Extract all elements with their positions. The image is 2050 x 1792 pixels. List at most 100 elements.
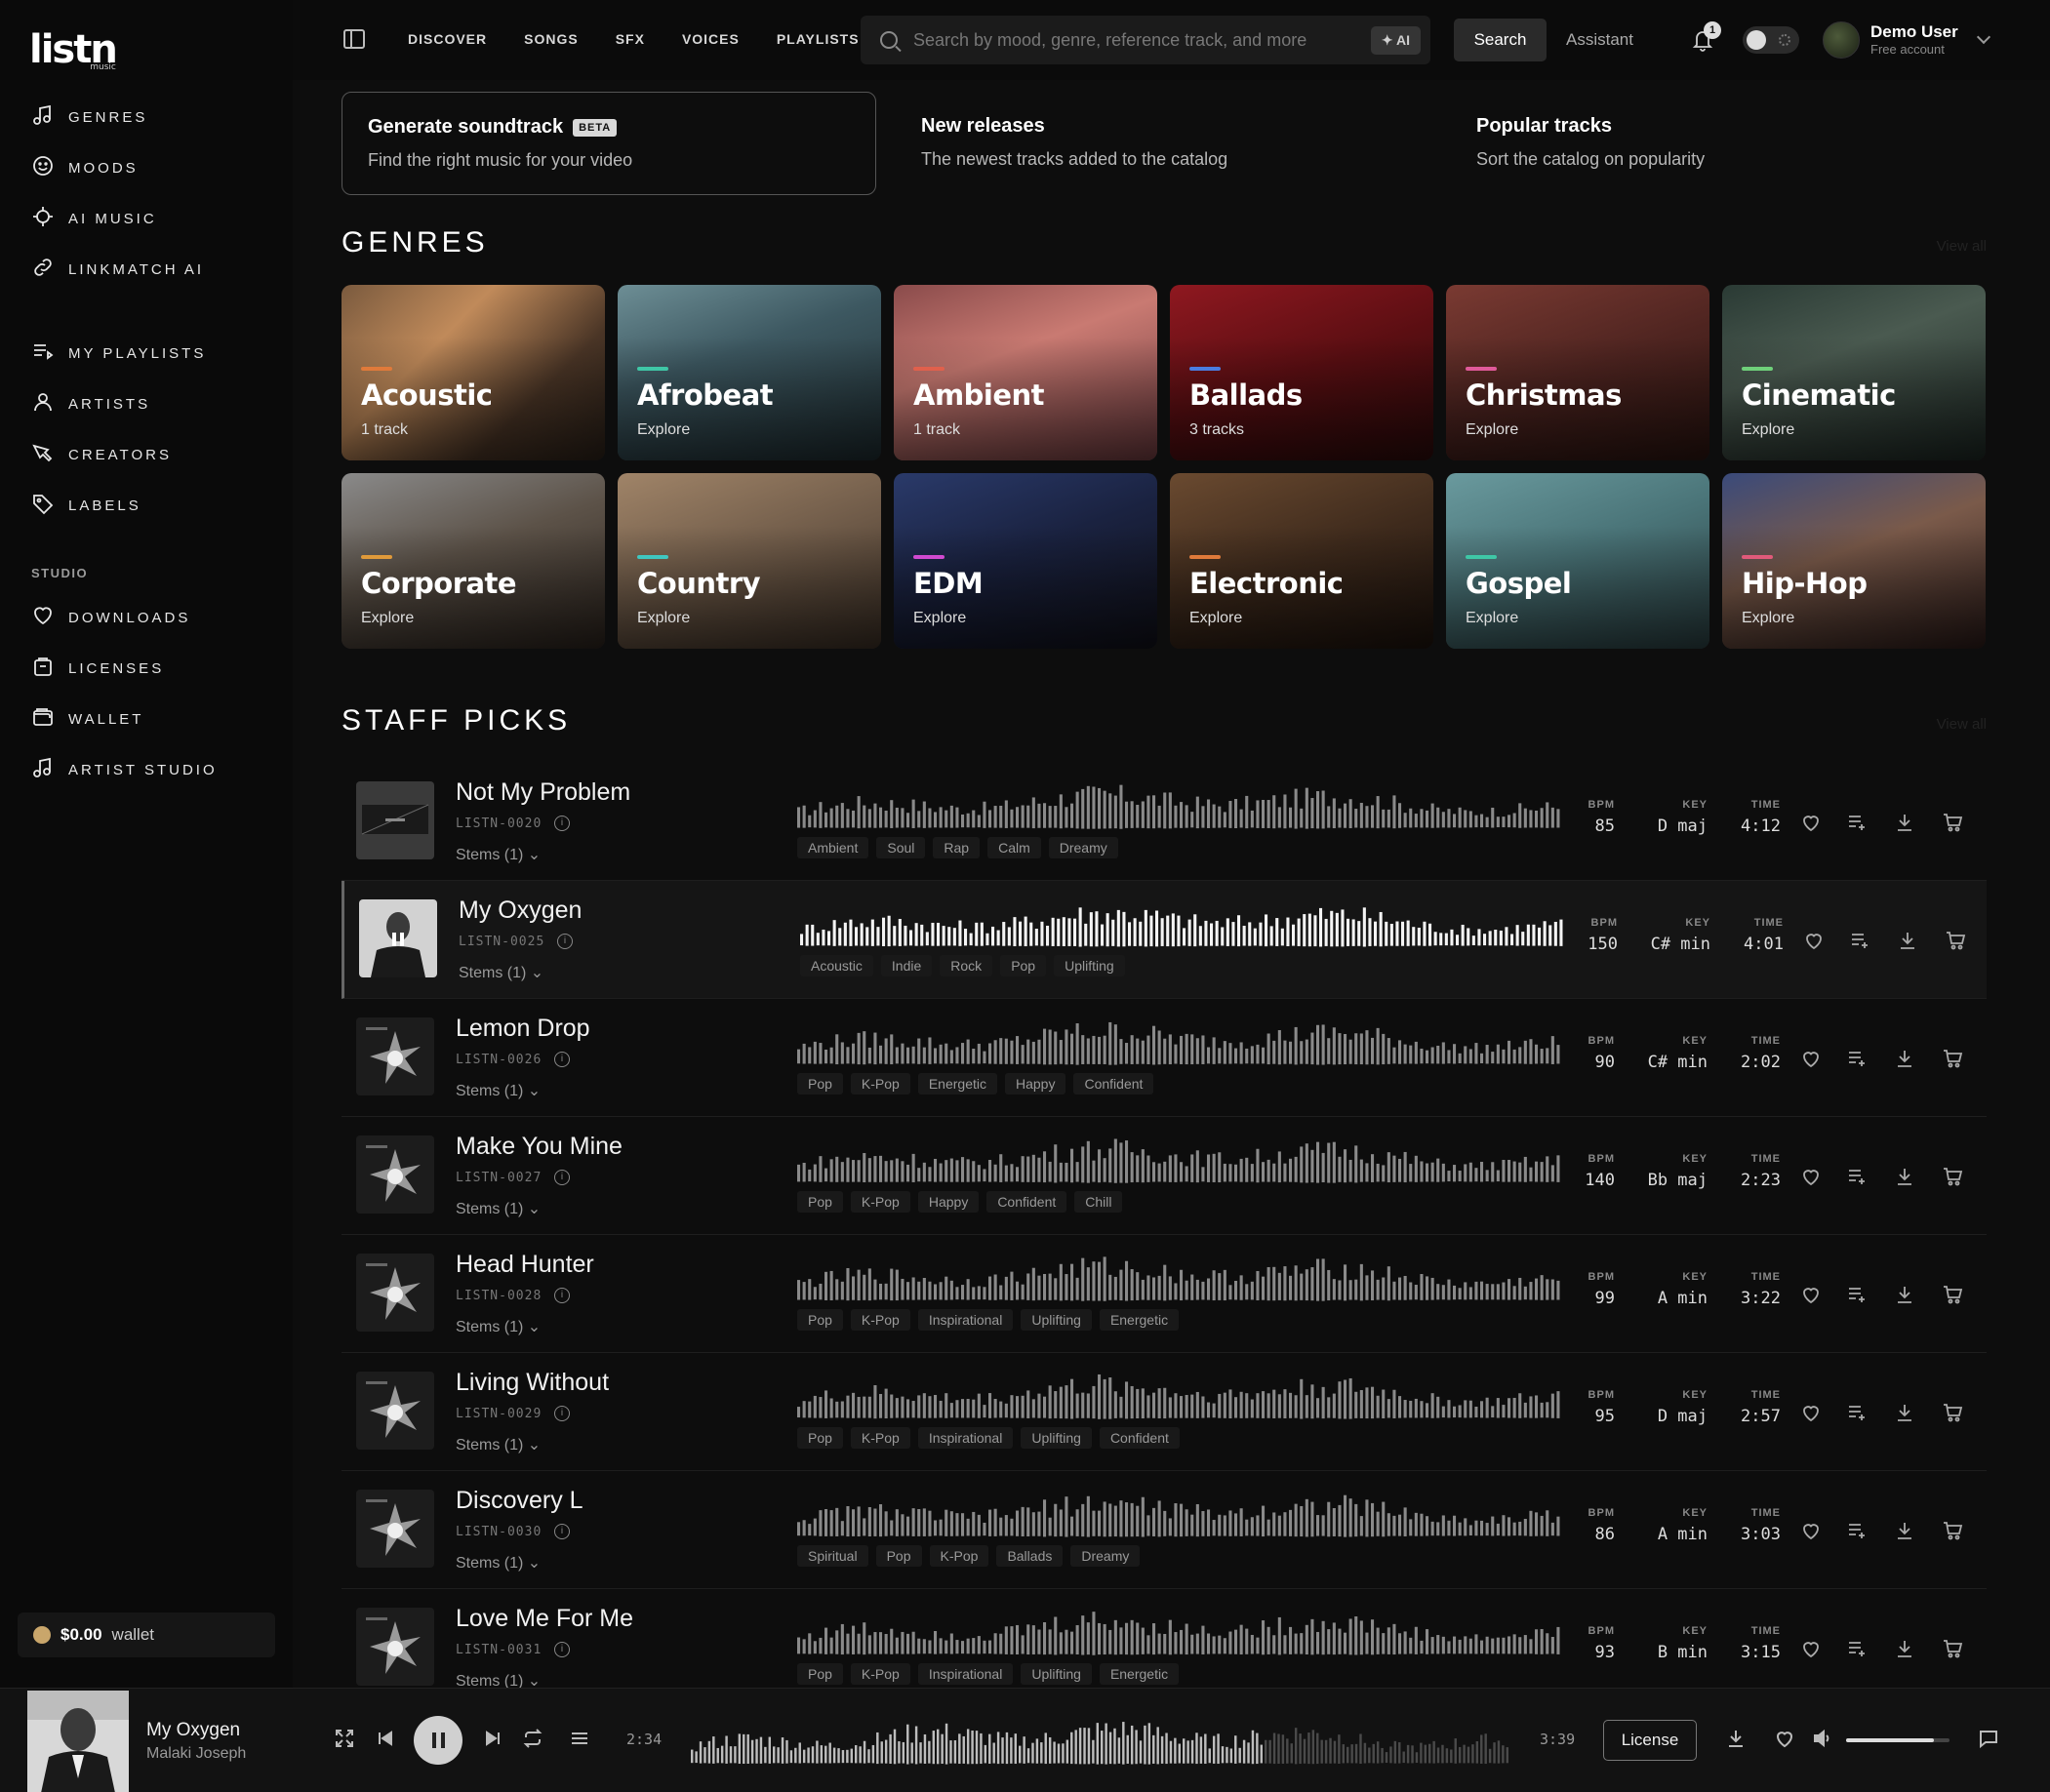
genre-tag[interactable]: Dreamy xyxy=(1048,837,1118,858)
search-input[interactable]: Search by mood, genre, reference track, … xyxy=(913,30,1371,51)
track-artwork[interactable] xyxy=(356,1135,434,1214)
topnav-sfx[interactable]: SFX xyxy=(616,31,645,47)
cart-icon[interactable] xyxy=(1942,1520,1965,1543)
heart-icon[interactable] xyxy=(1800,1638,1824,1661)
download-icon[interactable] xyxy=(1894,812,1917,835)
add-to-playlist-icon[interactable] xyxy=(1846,1166,1869,1189)
heart-icon[interactable] xyxy=(1800,1048,1824,1071)
heart-icon[interactable] xyxy=(1800,1166,1824,1189)
genre-tag[interactable]: Confident xyxy=(1073,1073,1154,1095)
track-title[interactable]: Head Hunter xyxy=(456,1251,594,1279)
download-icon[interactable] xyxy=(1894,1284,1917,1307)
track-waveform[interactable] xyxy=(800,898,1565,947)
sidebar-item-artist-studio[interactable]: ARTIST STUDIO xyxy=(31,755,218,784)
license-button[interactable]: License xyxy=(1603,1720,1697,1761)
genre-tag[interactable]: Pop xyxy=(797,1309,843,1331)
cart-icon[interactable] xyxy=(1942,1284,1965,1307)
genre-tag[interactable]: K-Pop xyxy=(850,1073,910,1095)
chevron-down-icon[interactable] xyxy=(1976,29,1991,45)
download-icon[interactable] xyxy=(1894,1166,1917,1189)
genre-tag[interactable]: K-Pop xyxy=(850,1427,910,1449)
heart-icon[interactable] xyxy=(1800,812,1824,835)
topnav-playlists[interactable]: PLAYLISTS xyxy=(777,31,860,47)
info-icon[interactable]: i xyxy=(557,934,573,949)
add-to-playlist-icon[interactable] xyxy=(1846,1048,1869,1071)
genre-tag[interactable]: Energetic xyxy=(917,1073,997,1095)
genre-tile-country[interactable]: Country Explore xyxy=(618,473,881,649)
sidebar-item-ai-music[interactable]: AI MUSIC xyxy=(31,204,157,233)
genre-tag[interactable]: Happy xyxy=(1005,1073,1066,1095)
track-waveform[interactable] xyxy=(797,1016,1562,1065)
chat-icon[interactable] xyxy=(1978,1728,2001,1751)
info-icon[interactable]: i xyxy=(554,1524,570,1539)
info-icon[interactable]: i xyxy=(554,816,570,831)
stems-dropdown[interactable]: Stems (1) ⌄ xyxy=(456,845,541,864)
cart-icon[interactable] xyxy=(1942,1638,1965,1661)
sidebar-item-my-playlists[interactable]: MY PLAYLISTS xyxy=(31,338,206,368)
stems-dropdown[interactable]: Stems (1) ⌄ xyxy=(456,1553,541,1573)
genre-tag[interactable]: Uplifting xyxy=(1054,955,1125,976)
genre-tag[interactable]: K-Pop xyxy=(850,1191,910,1213)
track-row[interactable]: Lemon Drop LISTN-0026 i Stems (1) ⌄ Pop K-Pop… xyxy=(342,999,1987,1117)
cart-icon[interactable] xyxy=(1942,812,1965,835)
expand-icon[interactable] xyxy=(334,1728,357,1751)
genre-tile-ballads[interactable]: Ballads 3 tracks xyxy=(1170,285,1433,460)
track-title[interactable]: Not My Problem xyxy=(456,778,630,807)
download-icon[interactable] xyxy=(1725,1728,1749,1751)
ai-search-chip[interactable]: ✦ AI xyxy=(1370,25,1421,55)
previous-track-icon[interactable] xyxy=(375,1728,398,1751)
staff-picks-view-all-link[interactable]: View all xyxy=(1937,716,1987,733)
heart-icon[interactable] xyxy=(1800,1520,1824,1543)
genre-tag[interactable]: Calm xyxy=(987,837,1041,858)
sidebar-item-creators[interactable]: CREATORS xyxy=(31,440,172,469)
heart-icon[interactable] xyxy=(1800,1284,1824,1307)
cart-icon[interactable] xyxy=(1942,1048,1965,1071)
genre-tile-edm[interactable]: EDM Explore xyxy=(894,473,1157,649)
repeat-icon[interactable] xyxy=(522,1728,545,1751)
track-row[interactable]: Discovery L LISTN-0030 i Stems (1) ⌄ Spiritu… xyxy=(342,1471,1987,1589)
download-icon[interactable] xyxy=(1897,930,1920,953)
pause-button[interactable] xyxy=(414,1716,462,1765)
track-waveform[interactable] xyxy=(797,780,1562,829)
track-artwork[interactable] xyxy=(356,781,434,859)
genre-tile-ambient[interactable]: Ambient 1 track xyxy=(894,285,1157,460)
genre-tag[interactable]: Confident xyxy=(986,1191,1067,1213)
track-waveform[interactable] xyxy=(797,1607,1562,1655)
genre-tag[interactable]: Pop xyxy=(875,1545,922,1567)
genre-tag[interactable]: Soul xyxy=(876,837,926,858)
genre-tag[interactable]: Uplifting xyxy=(1021,1663,1092,1685)
sidebar-item-artists[interactable]: ARTISTS xyxy=(31,389,150,418)
info-icon[interactable]: i xyxy=(554,1406,570,1421)
genre-tag[interactable]: Inspirational xyxy=(917,1663,1014,1685)
track-artwork[interactable] xyxy=(356,1372,434,1450)
track-title[interactable]: Love Me For Me xyxy=(456,1605,633,1633)
genre-tag[interactable]: Happy xyxy=(917,1191,980,1213)
now-playing-title[interactable]: My Oxygen xyxy=(146,1720,240,1741)
stems-dropdown[interactable]: Stems (1) ⌄ xyxy=(456,1435,541,1454)
theme-toggle[interactable] xyxy=(1743,26,1799,54)
genre-tag[interactable]: Inspirational xyxy=(917,1309,1014,1331)
track-waveform[interactable] xyxy=(797,1371,1562,1419)
genre-tile-corporate[interactable]: Corporate Explore xyxy=(342,473,605,649)
player-waveform[interactable] xyxy=(691,1716,1510,1765)
add-to-playlist-icon[interactable] xyxy=(1846,812,1869,835)
track-artwork[interactable] xyxy=(356,1490,434,1568)
genre-tag[interactable]: Spiritual xyxy=(797,1545,868,1567)
genre-tag[interactable]: Dreamy xyxy=(1070,1545,1141,1567)
topnav-discover[interactable]: DISCOVER xyxy=(408,31,487,47)
info-icon[interactable]: i xyxy=(554,1288,570,1303)
genre-tag[interactable]: K-Pop xyxy=(850,1309,910,1331)
assistant-button[interactable]: Assistant xyxy=(1566,19,1633,61)
track-row[interactable]: Living Without LISTN-0029 i Stems (1) ⌄ Pop K… xyxy=(342,1353,1987,1471)
info-icon[interactable]: i xyxy=(554,1052,570,1067)
genre-tag[interactable]: Pop xyxy=(797,1663,843,1685)
track-row[interactable]: Not My Problem LISTN-0020 i Stems (1) ⌄ Ambi… xyxy=(342,763,1987,881)
track-row[interactable]: Head Hunter LISTN-0028 i Stems (1) ⌄ Pop K-Po… xyxy=(342,1235,1987,1353)
add-to-playlist-icon[interactable] xyxy=(1846,1402,1869,1425)
download-icon[interactable] xyxy=(1894,1520,1917,1543)
topnav-songs[interactable]: SONGS xyxy=(524,31,579,47)
genre-tag[interactable]: Ambient xyxy=(797,837,869,858)
info-icon[interactable]: i xyxy=(554,1170,570,1185)
sidebar-item-linkmatch-ai[interactable]: LINKMATCH AI xyxy=(31,255,204,284)
track-title[interactable]: My Oxygen xyxy=(459,896,582,925)
